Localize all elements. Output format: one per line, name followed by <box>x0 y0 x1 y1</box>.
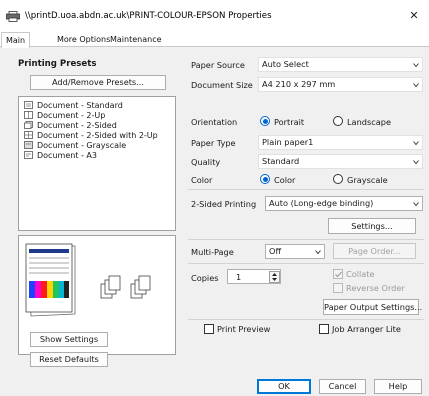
landscape-radio[interactable] <box>333 116 343 126</box>
portrait-label: Portrait <box>274 117 305 127</box>
divider <box>188 239 424 240</box>
print-preview-checkbox[interactable] <box>204 324 214 334</box>
color-swatch-magenta <box>35 281 41 298</box>
chevron-down-icon <box>413 83 419 88</box>
color-radio[interactable] <box>260 174 270 184</box>
printer-icon <box>6 11 20 22</box>
two-sided-two-up-icon <box>24 131 33 139</box>
collate-label: Collate <box>346 269 375 279</box>
cancel-button[interactable]: Cancel <box>319 379 366 394</box>
landscape-label: Landscape <box>347 117 391 127</box>
portrait-radio[interactable] <box>260 116 270 126</box>
color-swatch-black <box>64 281 69 298</box>
copies-value: 1 <box>236 272 242 282</box>
job-arranger-label: Job Arranger Lite <box>332 324 401 334</box>
color-label: Color <box>191 175 213 185</box>
presets-list: Document - Standard Document - 2-Up Docu… <box>18 96 176 231</box>
page-front <box>25 243 73 313</box>
ok-button[interactable]: OK <box>257 379 311 394</box>
grayscale-radio[interactable] <box>333 174 343 184</box>
dialog-footer: OK Cancel Help <box>0 379 429 396</box>
title-bar: \\printD.uoa.abdn.ac.uk\PRINT-COLOUR-EPS… <box>0 0 429 32</box>
preset-item[interactable]: Document - Grayscale <box>24 141 126 151</box>
two-sided-select[interactable]: Auto (Long-edge binding) <box>265 196 423 211</box>
two-up-icon <box>24 111 33 119</box>
document-size-value: A4 210 x 297 mm <box>262 79 336 89</box>
preset-item[interactable]: Document - 2-Up <box>24 111 105 121</box>
spinner-icon[interactable] <box>269 271 280 283</box>
document-size-label: Document Size <box>191 80 253 90</box>
window-title: \\printD.uoa.abdn.ac.uk\PRINT-COLOUR-EPS… <box>25 11 272 21</box>
chevron-down-icon <box>413 160 419 165</box>
preset-item[interactable]: Document - 2-Sided with 2-Up <box>24 131 158 141</box>
color-swatch-cyan <box>59 281 64 298</box>
collate-output-icon-1 <box>100 275 121 299</box>
close-icon[interactable]: ✕ <box>404 6 424 26</box>
show-settings-button[interactable]: Show Settings <box>30 332 108 347</box>
chevron-down-icon <box>413 141 419 146</box>
tab-main[interactable]: Main <box>1 32 31 48</box>
checkmark-icon <box>335 271 342 278</box>
help-button[interactable]: Help <box>374 379 422 394</box>
color-swatch-blue <box>29 281 35 298</box>
multi-page-value: Off <box>269 246 282 256</box>
preset-label: Document - Standard <box>37 101 123 110</box>
color-swatch-yellow <box>47 281 53 298</box>
document-size-select[interactable]: A4 210 x 297 mm <box>258 77 423 92</box>
quality-select[interactable]: Standard <box>258 154 423 169</box>
reverse-order-checkbox[interactable] <box>333 283 343 293</box>
tab-strip: Main More Options Maintenance <box>0 32 429 48</box>
preset-item[interactable]: Document - 2-Sided <box>24 121 117 131</box>
preset-label: Document - 2-Sided with 2-Up <box>37 131 158 140</box>
reset-defaults-button[interactable]: Reset Defaults <box>30 352 108 367</box>
color-option-label: Color <box>274 175 296 185</box>
preset-label: Document - 2-Sided <box>37 121 117 130</box>
two-sided-value: Auto (Long-edge binding) <box>269 198 374 208</box>
preset-label: Document - Grayscale <box>37 141 127 150</box>
multi-page-label: Multi-Page <box>191 247 234 257</box>
divider <box>188 319 424 320</box>
presets-title: Printing Presets <box>18 59 97 69</box>
chevron-down-icon <box>315 250 321 255</box>
page-order-button[interactable]: Page Order... <box>333 243 416 259</box>
quality-value: Standard <box>262 156 300 166</box>
two-sided-icon <box>24 121 33 129</box>
reverse-order-label: Reverse Order <box>346 283 405 293</box>
paper-output-settings-button[interactable]: Paper Output Settings... <box>323 299 422 315</box>
two-sided-settings-button[interactable]: Settings... <box>328 218 416 234</box>
chevron-down-icon <box>413 202 419 207</box>
collate-output-icon-2 <box>130 275 151 299</box>
grayscale-document-icon <box>24 141 33 149</box>
preset-label: Document - A3 <box>37 151 97 160</box>
chevron-down-icon <box>413 63 419 68</box>
grayscale-option-label: Grayscale <box>347 175 388 185</box>
paper-type-value: Plain paper1 <box>262 137 314 147</box>
page-header-bar <box>29 249 69 253</box>
dialog-body: Printing Presets Add/Remove Presets... D… <box>0 46 429 379</box>
add-remove-presets-button[interactable]: Add/Remove Presets... <box>30 75 166 90</box>
paper-source-value: Auto Select <box>262 59 309 69</box>
orientation-label: Orientation <box>191 117 238 127</box>
divider <box>188 189 424 190</box>
paper-type-label: Paper Type <box>191 138 236 148</box>
job-arranger-checkbox[interactable] <box>319 324 329 334</box>
a3-document-icon <box>24 151 33 159</box>
copies-label: Copies <box>191 273 219 283</box>
preset-item[interactable]: Document - A3 <box>24 151 97 161</box>
color-swatch-green <box>53 281 59 298</box>
paper-source-select[interactable]: Auto Select <box>258 57 423 72</box>
preset-item[interactable]: Document - Standard <box>24 101 123 111</box>
paper-source-label: Paper Source <box>191 60 245 70</box>
color-swatch-red <box>41 281 47 298</box>
document-icon <box>24 101 33 109</box>
print-preview-label: Print Preview <box>217 324 271 334</box>
collate-checkbox[interactable] <box>333 269 343 279</box>
divider <box>188 263 424 264</box>
two-sided-label: 2-Sided Printing <box>191 199 257 209</box>
quality-label: Quality <box>191 157 221 167</box>
multi-page-select[interactable]: Off <box>265 244 325 259</box>
paper-type-select[interactable]: Plain paper1 <box>258 135 423 150</box>
preset-label: Document - 2-Up <box>37 111 106 120</box>
copies-input[interactable]: 1 <box>227 269 281 284</box>
